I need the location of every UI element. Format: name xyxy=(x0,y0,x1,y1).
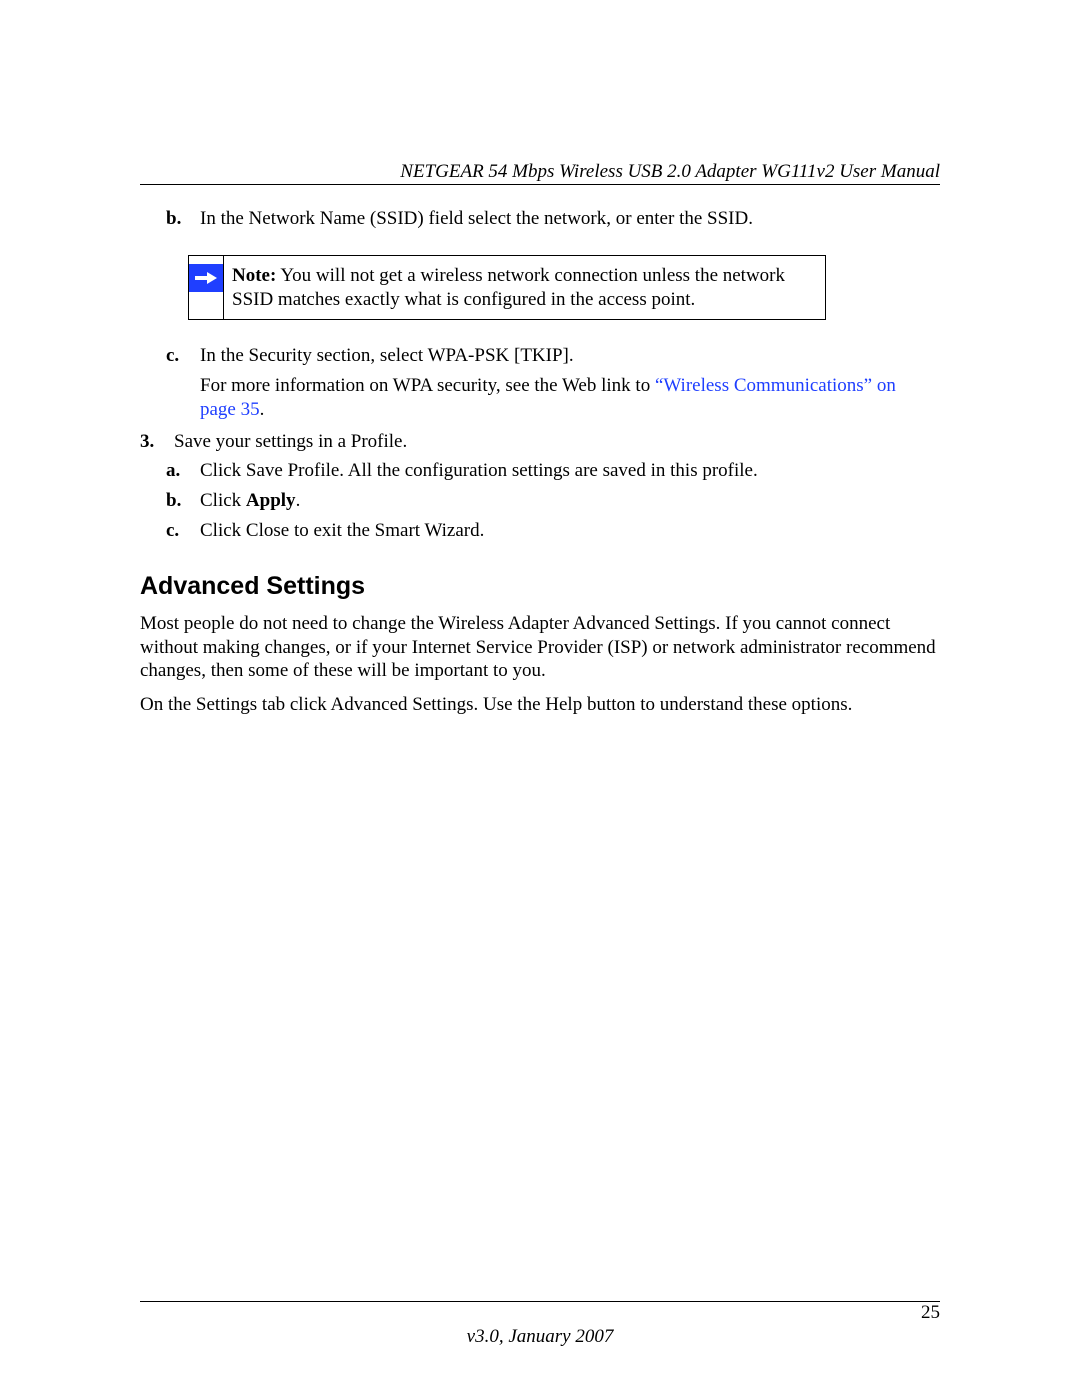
step-3: 3. Save your settings in a Profile. xyxy=(140,430,940,454)
security-line: In the Security section, select WPA-PSK … xyxy=(200,344,940,368)
apply-bold: Apply xyxy=(246,490,296,511)
post-link-text: . xyxy=(260,399,265,420)
note-icon-cell xyxy=(189,256,224,320)
page-content: b. In the Network Name (SSID) field sele… xyxy=(140,155,940,717)
header-rule xyxy=(140,184,940,185)
arrow-right-icon xyxy=(189,264,223,292)
step-marker: 3. xyxy=(140,430,174,454)
advanced-paragraph-2: On the Settings tab click Advanced Setti… xyxy=(140,693,940,717)
list-body: In the Network Name (SSID) field select … xyxy=(200,207,940,231)
list-body: In the Security section, select WPA-PSK … xyxy=(200,344,940,421)
list-marker: c. xyxy=(166,344,200,421)
document-page: NETGEAR 54 Mbps Wireless USB 2.0 Adapter… xyxy=(0,0,1080,1397)
substep-3c: c. Click Close to exit the Smart Wizard. xyxy=(166,519,940,543)
page-number: 25 xyxy=(921,1301,940,1325)
more-info-line: For more information on WPA security, se… xyxy=(200,374,940,422)
list-marker: b. xyxy=(166,207,200,231)
pre-link-text: For more information on WPA security, se… xyxy=(200,375,655,396)
substep-3a: a. Click Save Profile. All the configura… xyxy=(166,459,940,483)
substep-3b: b. Click Apply. xyxy=(166,489,940,513)
note-text: Note: You will not get a wireless networ… xyxy=(224,256,825,320)
post-bold: . xyxy=(296,490,301,511)
list-body: Click Close to exit the Smart Wizard. xyxy=(200,519,940,543)
list-item-b: b. In the Network Name (SSID) field sele… xyxy=(166,207,940,231)
footer-version: v3.0, January 2007 xyxy=(0,1325,1080,1349)
list-body: Click Save Profile. All the configuratio… xyxy=(200,459,940,483)
step-body: Save your settings in a Profile. xyxy=(174,430,940,454)
list-marker: a. xyxy=(166,459,200,483)
note-label: Note: xyxy=(232,265,276,286)
running-header: NETGEAR 54 Mbps Wireless USB 2.0 Adapter… xyxy=(400,160,940,184)
list-marker: c. xyxy=(166,519,200,543)
pre-bold: Click xyxy=(200,490,246,511)
list-marker: b. xyxy=(166,489,200,513)
list-body: Click Apply. xyxy=(200,489,940,513)
note-callout: Note: You will not get a wireless networ… xyxy=(188,255,826,321)
heading-advanced-settings: Advanced Settings xyxy=(140,571,940,602)
note-body: You will not get a wireless network conn… xyxy=(232,265,785,310)
advanced-paragraph-1: Most people do not need to change the Wi… xyxy=(140,612,940,683)
list-item-c: c. In the Security section, select WPA-P… xyxy=(166,344,940,421)
footer-rule xyxy=(140,1301,940,1302)
